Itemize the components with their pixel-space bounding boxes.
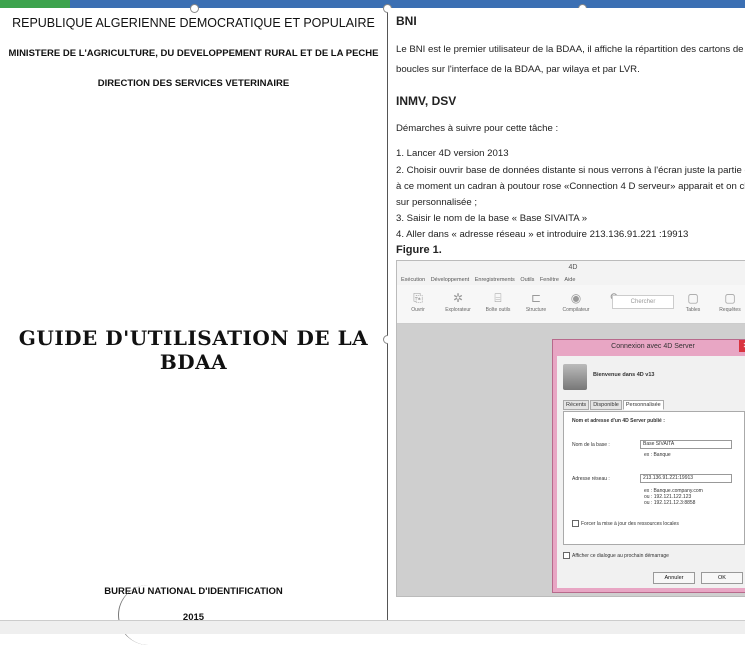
bni-text-2: boucles sur l'interface de la BDAA, par … (396, 64, 640, 75)
tool-structure: ⊏ Structure (515, 289, 557, 319)
app-menu-bar: Exécution Développement Enregistrements … (397, 275, 745, 285)
structure-icon: ⊏ (530, 291, 542, 305)
tab-available: Disponible (590, 400, 622, 410)
tool-tables: ▢ Tables (672, 289, 714, 319)
address-label: Adresse réseau : (572, 476, 610, 482)
menu-item: Exécution (401, 277, 426, 283)
bureau-name: BUREAU NATIONAL D'IDENTIFICATION (104, 586, 283, 597)
step-2-line-2: à ce moment un cadran à poutour rose «Co… (396, 181, 745, 192)
step-2-line-3: sur personnalisée ; (396, 197, 478, 208)
dialog-tabs: Récents Disponible Personnalisée (563, 400, 665, 410)
show-next-option: Afficher ce dialogue au prochain démarra… (563, 552, 669, 559)
heading-inmv: INMV, DSV (396, 94, 457, 108)
ok-button: OK (701, 572, 743, 584)
address-field: 213.136.91.221:19913 (640, 474, 732, 483)
top-ribbon-accent (0, 0, 70, 8)
figure-screenshot: 4D Exécution Développement Enregistremen… (396, 260, 745, 597)
top-ribbon (0, 0, 745, 8)
tab-recent: Récents (563, 400, 590, 410)
compiler-icon: ◉ (570, 291, 582, 305)
tool-open: ⎘ Ouvrir (397, 289, 439, 319)
menu-item: Outils (520, 277, 535, 283)
force-update-option: Forcer la mise à jour des ressources loc… (572, 520, 679, 527)
step-4: 4. Aller dans « adresse réseau » et intr… (396, 229, 689, 240)
menu-item: Aide (564, 277, 576, 283)
heading-bni: BNI (396, 14, 417, 28)
address-example-3: ou : 192.121.12.3:8858 (644, 500, 696, 506)
dialog-body: Bienvenue dans 4D v13 Récents Disponible P… (557, 356, 745, 588)
direction-heading: DIRECTION DES SERVICES VETERINAIRE (97, 78, 290, 89)
bottom-strip (0, 620, 745, 634)
custom-panel: Nom et adresse d'un 4D Server publié : N… (563, 411, 745, 545)
bni-text-1: Le BNI est le premier utilisateur de la … (396, 44, 744, 55)
panel-title: Nom et adresse d'un 4D Server publié : (572, 418, 665, 424)
tool-explorer: ✲ Explorateur (437, 289, 479, 319)
cancel-button: Annuler (653, 572, 695, 584)
checkbox-icon (563, 552, 570, 559)
right-page: BNI Le BNI est le premier utilisateur de… (388, 8, 745, 620)
step-2-line-1: 2. Choisir ouvrir base de données distan… (396, 165, 745, 176)
republic-heading: REPUBLIQUE ALGERIENNE DEMOCRATIQUE ET PO… (12, 16, 375, 30)
steps-intro: Démarches à suivre pour cette tâche : (396, 123, 559, 134)
page-curl (118, 585, 179, 645)
toolbox-icon: ⌸ (494, 291, 502, 305)
app-toolbar: ⎘ Ouvrir ✲ Explorateur ⌸ Boîte outils ⊏ Stru… (397, 285, 745, 324)
server-icon (563, 364, 587, 390)
db-name-label: Nom de la base : (572, 442, 610, 448)
tab-custom: Personnalisée (622, 400, 664, 410)
app-window-title: 4D (397, 261, 745, 275)
open-icon: ⎘ (413, 291, 423, 305)
left-page: REPUBLIQUE ALGERIENNE DEMOCRATIQUE ET PO… (0, 8, 387, 623)
menu-item: Enregistrements (474, 277, 515, 283)
resize-handle-left[interactable] (190, 4, 199, 13)
tool-search: Chercher (612, 295, 674, 309)
tool-compiler: ◉ Compilateur (555, 289, 597, 319)
queries-icon: ▢ (724, 291, 736, 305)
ministry-heading: MINISTERE DE L'AGRICULTURE, DU DEVELOPPE… (8, 48, 379, 59)
connection-dialog: Connexion avec 4D Server ✕ Bienvenue dan… (552, 339, 745, 593)
gear-icon: ✲ (452, 291, 464, 305)
step-3: 3. Saisir le nom de la base « Base SIVAI… (396, 213, 588, 224)
checkbox-icon (572, 520, 579, 527)
dialog-welcome: Bienvenue dans 4D v13 (593, 372, 655, 378)
dialog-title: Connexion avec 4D Server (611, 343, 695, 350)
menu-item: Développement (430, 277, 470, 283)
menu-item: Fenêtre (539, 277, 559, 283)
figure-caption: Figure 1. (396, 244, 442, 256)
document-title: GUIDE D'UTILISATION DE LA BDAA (18, 326, 369, 374)
db-name-field: Base SIVAITA (640, 440, 732, 449)
tables-icon: ▢ (687, 291, 699, 305)
tool-toolbox: ⌸ Boîte outils (477, 289, 519, 319)
db-name-example: ex : Banque (644, 452, 671, 458)
step-1: 1. Lancer 4D version 2013 (396, 148, 509, 159)
close-icon: ✕ (739, 340, 745, 352)
tool-queries: ▢ Requêtes (709, 289, 745, 319)
